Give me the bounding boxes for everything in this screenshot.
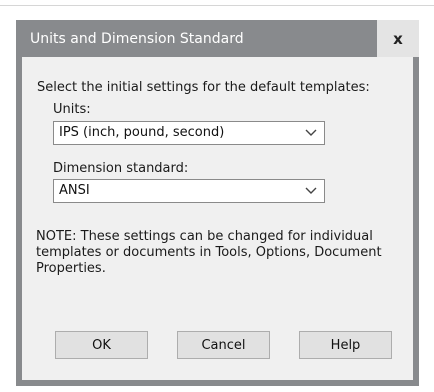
units-dropdown[interactable]: IPS (inch, pound, second) — [53, 121, 325, 145]
page: Units and Dimension Standard x Select th… — [0, 0, 434, 392]
ok-button[interactable]: OK — [55, 331, 148, 359]
note-text: NOTE: These settings can be changed for … — [36, 229, 382, 276]
help-button[interactable]: Help — [299, 331, 392, 359]
window-edge-line — [0, 5, 434, 6]
chevron-down-icon — [305, 129, 317, 136]
dialog-client-area: Select the initial settings for the defa… — [22, 57, 413, 380]
instruction-text: Select the initial settings for the defa… — [37, 80, 370, 95]
close-button[interactable]: x — [377, 20, 419, 57]
dialog-title-bar[interactable]: Units and Dimension Standard x — [16, 20, 419, 57]
units-label: Units: — [53, 102, 91, 117]
dimension-standard-dropdown[interactable]: ANSI — [53, 179, 325, 203]
cancel-button[interactable]: Cancel — [177, 331, 270, 359]
units-dimension-dialog: Units and Dimension Standard x Select th… — [16, 20, 419, 386]
chevron-down-icon — [305, 187, 317, 194]
dimension-standard-label: Dimension standard: — [53, 161, 189, 176]
units-selected-value: IPS (inch, pound, second) — [59, 125, 225, 140]
dialog-title: Units and Dimension Standard — [30, 31, 244, 47]
dimension-standard-selected-value: ANSI — [59, 183, 90, 198]
close-icon: x — [393, 29, 403, 48]
